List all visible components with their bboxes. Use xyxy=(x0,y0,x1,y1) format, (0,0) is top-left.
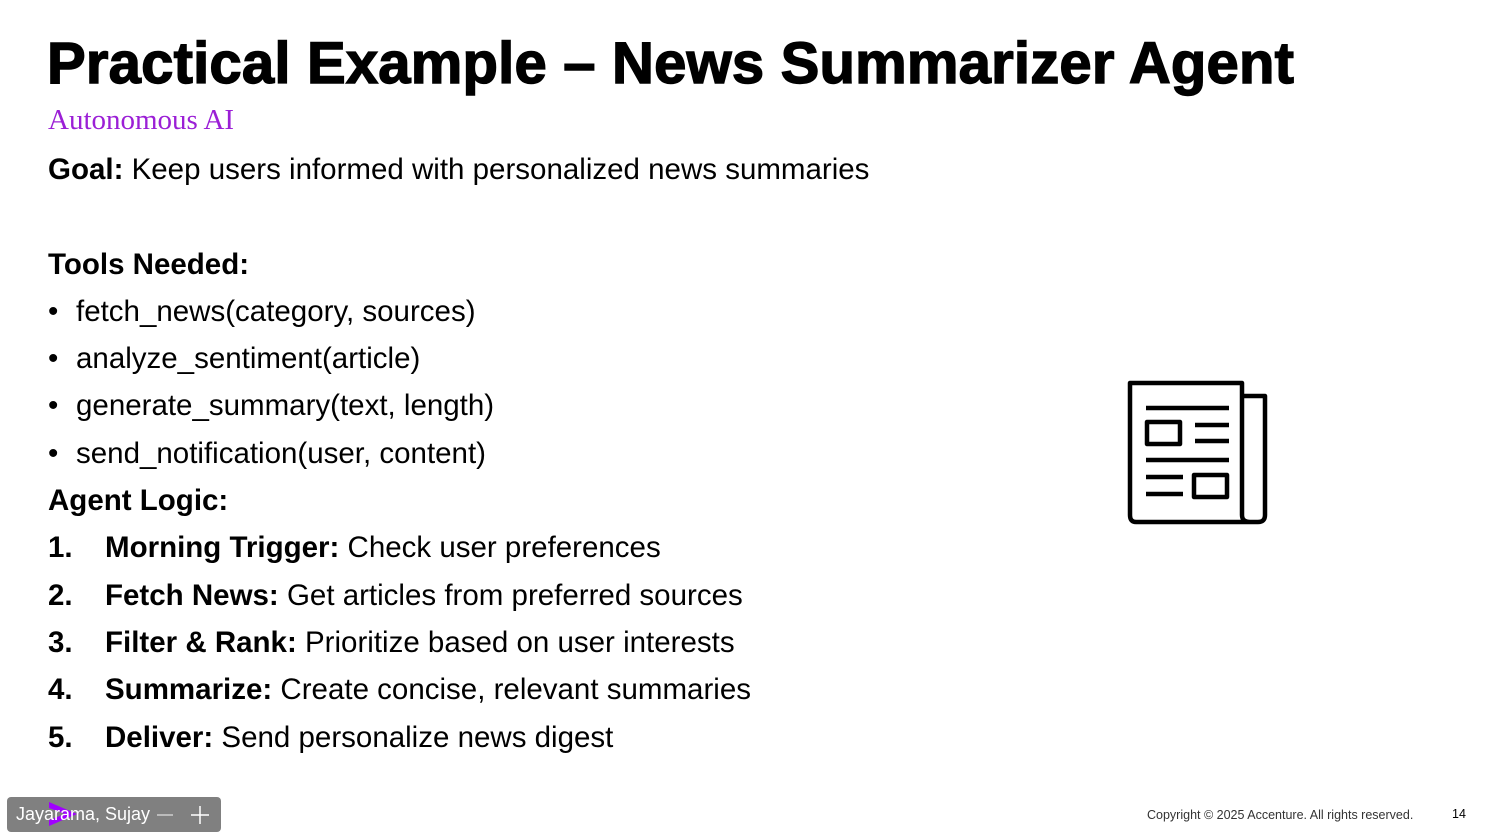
tool-item: • fetch_news(category, sources) xyxy=(48,288,1048,335)
logic-step: 5. Deliver: Send personalize news digest xyxy=(48,714,1048,761)
slide-body: Goal: Keep users informed with personali… xyxy=(48,146,1048,761)
step-number: 3. xyxy=(48,625,73,659)
step-label: Filter & Rank: xyxy=(105,625,297,659)
tool-item: • generate_summary(text, length) xyxy=(48,382,1048,429)
slide-subtitle: Autonomous AI xyxy=(48,104,235,136)
tool-item-text: send_notification(user, content) xyxy=(76,436,486,470)
step-text: Send personalize news digest xyxy=(213,720,614,754)
step-number: 5. xyxy=(48,720,73,754)
bullet-icon: • xyxy=(48,294,59,328)
minus-icon xyxy=(157,813,173,816)
step-number: 2. xyxy=(48,578,73,612)
step-label: Deliver: xyxy=(105,720,214,754)
logic-step: 2. Fetch News: Get articles from preferr… xyxy=(48,572,1048,619)
step-label: Summarize: xyxy=(105,673,273,707)
logic-step: 1. Morning Trigger: Check user preferenc… xyxy=(48,524,1048,571)
tool-item-text: fetch_news(category, sources) xyxy=(76,294,476,328)
presenter-chip[interactable]: Jayarama, Sujay xyxy=(7,797,221,832)
newspaper-icon xyxy=(1126,379,1272,527)
minimize-button[interactable] xyxy=(152,797,178,832)
bullet-icon: • xyxy=(48,436,59,470)
step-label: Fetch News: xyxy=(105,578,279,612)
step-number: 1. xyxy=(48,531,73,565)
goal-text: Keep users informed with personalized ne… xyxy=(123,153,870,186)
step-text: Prioritize based on user interests xyxy=(296,625,735,659)
add-button[interactable] xyxy=(187,797,213,832)
logic-heading: Agent Logic: xyxy=(48,484,229,518)
step-label: Morning Trigger: xyxy=(105,531,340,565)
tool-item: • analyze_sentiment(article) xyxy=(48,335,1048,382)
logic-step: 4. Summarize: Create concise, relevant s… xyxy=(48,666,1048,713)
plus-icon xyxy=(191,805,209,824)
bullet-icon: • xyxy=(48,342,59,376)
bullet-icon: • xyxy=(48,389,59,423)
page-number: 14 xyxy=(1452,807,1466,821)
tool-item-text: analyze_sentiment(article) xyxy=(76,342,421,376)
goal-label: Goal: xyxy=(48,153,124,186)
step-text: Create concise, relevant summaries xyxy=(272,673,751,707)
step-text: Check user preferences xyxy=(339,531,661,565)
tool-item-text: generate_summary(text, length) xyxy=(76,389,495,423)
tools-heading: Tools Needed: xyxy=(48,247,250,281)
copyright-text: Copyright © 2025 Accenture. All rights r… xyxy=(1147,808,1414,822)
slide-title: Practical Example – News Summarizer Agen… xyxy=(46,30,1295,96)
presenter-name: Jayarama, Sujay xyxy=(16,804,151,824)
tool-item: • send_notification(user, content) xyxy=(48,430,1048,477)
step-number: 4. xyxy=(48,673,73,707)
step-text: Get articles from preferred sources xyxy=(278,578,743,612)
goal-line: Goal: Keep users informed with personali… xyxy=(48,146,1048,193)
logic-step: 3. Filter & Rank: Prioritize based on us… xyxy=(48,619,1048,666)
